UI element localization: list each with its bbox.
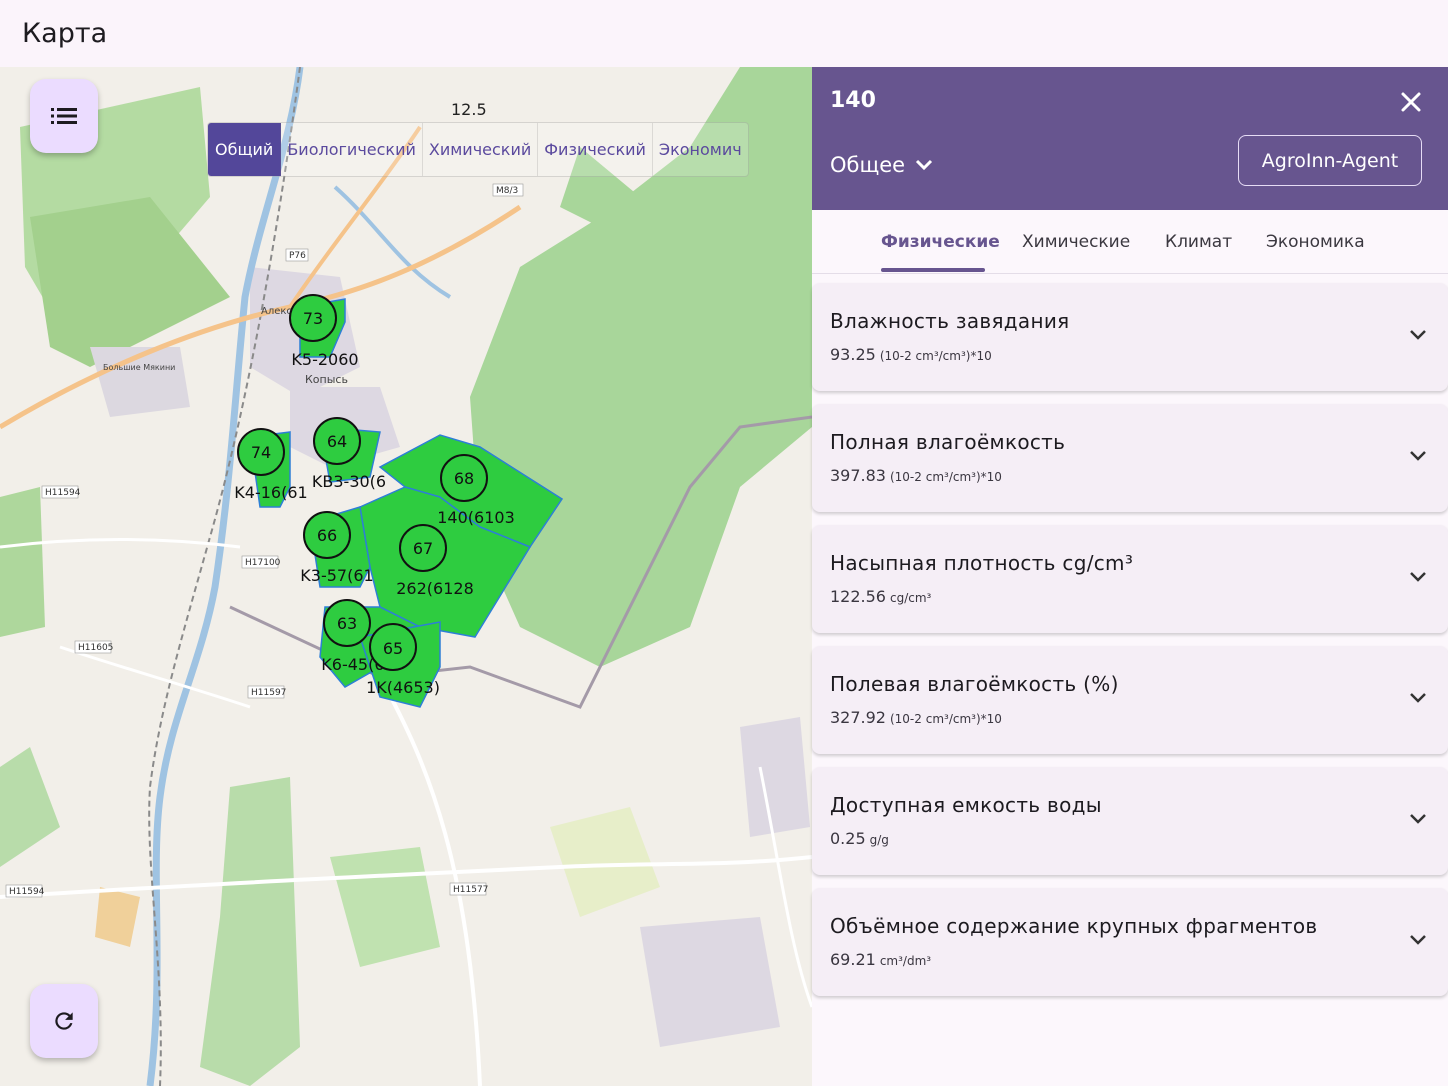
road-label: М8/3	[496, 186, 518, 196]
scale-label: 12.5	[451, 100, 487, 119]
layer-tab-biological[interactable]: Биологический	[281, 123, 423, 176]
field-id: 140	[830, 88, 876, 113]
metric-value: 93.25 (10-2 cm³/cm³)*10	[830, 345, 992, 364]
metric-unit: (10-2 cm³/cm³)*10	[889, 712, 1002, 726]
tab-chemical[interactable]: Химические	[1022, 232, 1130, 252]
svg-text:64: 64	[327, 432, 347, 451]
app-title: Карта	[22, 18, 108, 49]
refresh-button[interactable]	[30, 984, 98, 1058]
svg-text:K3-57(61: K3-57(61	[300, 566, 373, 585]
tab-physical[interactable]: Физические	[881, 232, 1000, 252]
svg-text:KB3-30(6: KB3-30(6	[312, 472, 386, 491]
app-bar: Карта	[0, 0, 1448, 67]
section-select-value: Общее	[830, 153, 906, 177]
metric-card[interactable]: Насыпная плотность cg/cm³ 122.56 cg/cm³	[812, 525, 1448, 633]
svg-text:67: 67	[413, 539, 433, 558]
metric-unit: g/g	[869, 833, 889, 847]
svg-text:63: 63	[337, 614, 357, 633]
chevron-down-icon[interactable]	[1408, 446, 1428, 466]
metric-unit: (10-2 cm³/cm³)*10	[879, 349, 992, 363]
road-label: H11605	[78, 643, 113, 653]
svg-text:K5-2060: K5-2060	[291, 350, 358, 369]
metric-title: Влажность завядания	[830, 309, 1070, 333]
place-label: Большие Мякини	[103, 363, 175, 372]
list-icon	[51, 108, 77, 124]
metric-value: 0.25 g/g	[830, 829, 889, 848]
layer-tab-physical[interactable]: Физический	[538, 123, 653, 176]
chevron-down-icon[interactable]	[1408, 930, 1428, 950]
svg-text:73: 73	[303, 309, 323, 328]
chevron-down-icon[interactable]	[1408, 567, 1428, 587]
road-label: H11577	[453, 885, 488, 895]
metric-value: 122.56 cg/cm³	[830, 587, 932, 606]
metric-card[interactable]: Влажность завядания 93.25 (10-2 cm³/cm³)*…	[812, 283, 1448, 391]
refresh-icon	[55, 1012, 73, 1030]
metric-card[interactable]: Полевая влагоёмкость (%) 327.92 (10-2 cm³…	[812, 646, 1448, 754]
svg-text:74: 74	[251, 443, 271, 462]
svg-text:1K(4653): 1K(4653)	[366, 678, 440, 697]
metric-title: Насыпная плотность cg/cm³	[830, 551, 1134, 575]
place-label: Копысь	[305, 373, 348, 386]
metric-title: Полевая влагоёмкость (%)	[830, 672, 1119, 696]
place-label: Алекс	[261, 306, 292, 317]
chevron-down-icon[interactable]	[1408, 325, 1428, 345]
tab-economics[interactable]: Экономика	[1266, 232, 1365, 252]
category-tabs: Физические Химические Климат Экономика	[812, 210, 1448, 274]
metric-value: 69.21 cm³/dm³	[830, 950, 932, 969]
chevron-down-icon[interactable]	[1408, 688, 1428, 708]
metric-unit: (10-2 cm³/cm³)*10	[889, 470, 1002, 484]
chevron-down-icon[interactable]	[1408, 809, 1428, 829]
chevron-down-icon	[916, 159, 933, 171]
tab-climate[interactable]: Климат	[1165, 232, 1232, 252]
tab-indicator	[881, 268, 985, 272]
metric-value: 397.83 (10-2 cm³/cm³)*10	[830, 466, 1002, 485]
road-label: P76	[289, 251, 306, 261]
svg-text:K4-16(61: K4-16(61	[234, 483, 307, 502]
close-icon	[1401, 92, 1421, 112]
road-label: H11594	[45, 488, 81, 498]
section-select[interactable]: Общее	[830, 153, 933, 177]
metric-card[interactable]: Доступная емкость воды 0.25 g/g	[812, 767, 1448, 875]
metric-card[interactable]: Полная влагоёмкость 397.83 (10-2 cm³/cm³)…	[812, 404, 1448, 512]
field-details-panel: 140 Общее AgroInn-Agent Физические Химич…	[812, 67, 1448, 1086]
metric-value: 327.92 (10-2 cm³/cm³)*10	[830, 708, 1002, 727]
metric-unit: cm³/dm³	[879, 954, 932, 968]
layer-tab-economic[interactable]: Экономич	[653, 123, 748, 176]
map-view[interactable]: P76 М8/3 H11594 H17100 H11605 H11597 H11…	[0, 67, 812, 1086]
close-button[interactable]	[1396, 87, 1426, 117]
map-base[interactable]: P76 М8/3 H11594 H17100 H11605 H11597 H11…	[0, 67, 812, 1086]
metric-title: Доступная емкость воды	[830, 793, 1102, 817]
agroinn-agent-button[interactable]: AgroInn-Agent	[1238, 135, 1422, 186]
svg-text:66: 66	[317, 526, 337, 545]
layer-tabs: Общий Биологический Химический Физически…	[207, 122, 749, 177]
svg-text:68: 68	[454, 469, 474, 488]
metric-unit: cg/cm³	[889, 591, 932, 605]
road-label: H17100	[245, 558, 281, 568]
metric-title: Объёмное содержание крупных фрагментов	[830, 914, 1318, 938]
menu-button[interactable]	[30, 79, 98, 153]
layer-tab-general[interactable]: Общий	[208, 123, 282, 176]
svg-text:262(6128: 262(6128	[396, 579, 474, 598]
panel-header: 140 Общее AgroInn-Agent	[812, 67, 1448, 210]
metric-card[interactable]: Объёмное содержание крупных фрагментов 6…	[812, 888, 1448, 996]
layer-tab-chemical[interactable]: Химический	[423, 123, 539, 176]
road-label: H11597	[251, 688, 286, 698]
svg-text:140(6103: 140(6103	[437, 508, 515, 527]
metric-title: Полная влагоёмкость	[830, 430, 1066, 454]
road-label: H11594	[9, 887, 45, 897]
svg-text:65: 65	[383, 639, 403, 658]
